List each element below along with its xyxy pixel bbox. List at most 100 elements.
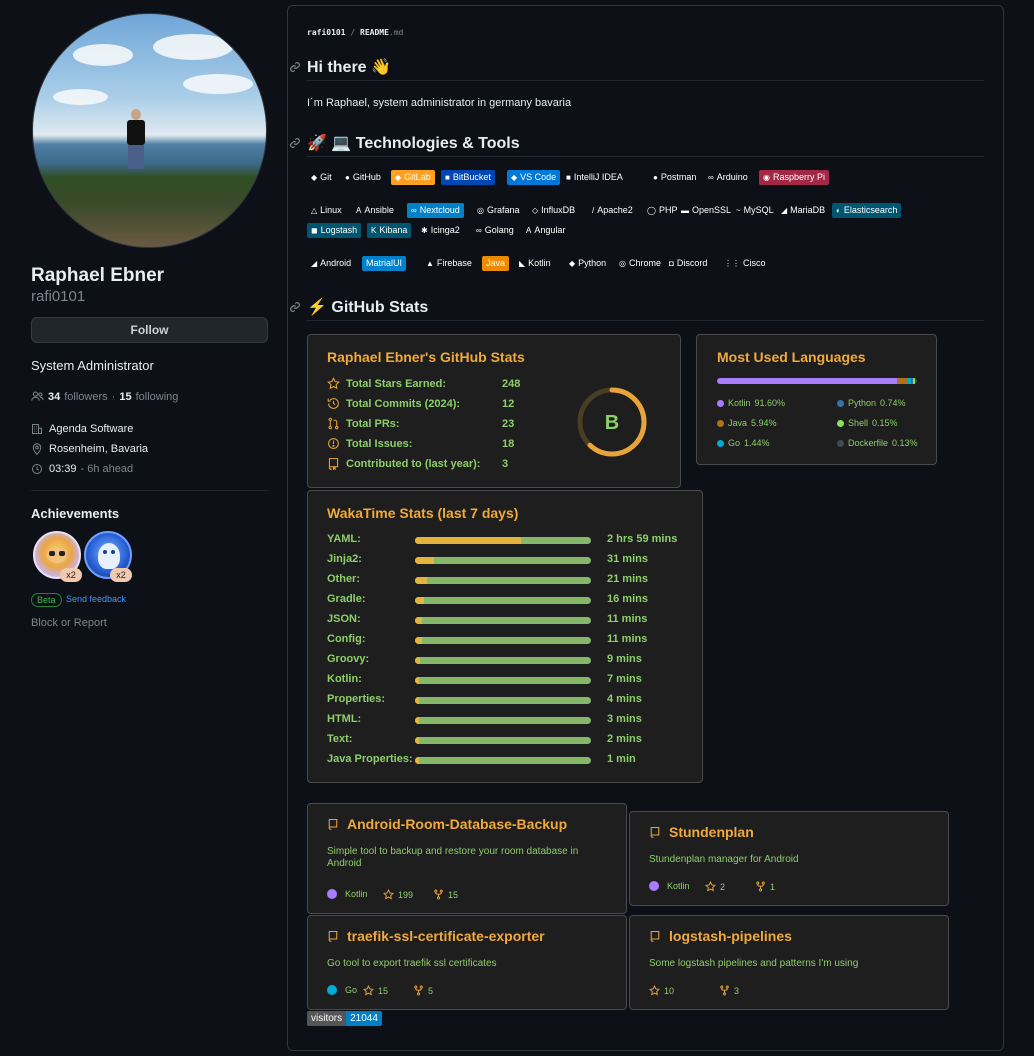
wakatime-language: Properties: xyxy=(327,693,386,705)
link-icon[interactable] xyxy=(289,61,301,73)
wakatime-bar-fill xyxy=(415,597,424,604)
repo-stars[interactable]: 199 xyxy=(383,889,413,900)
tech-logo-icon: ◆ xyxy=(569,259,576,268)
repo-title[interactable]: Stundenplan xyxy=(649,824,754,840)
language-item: Java 5.94% xyxy=(717,418,777,428)
followers-following: 34 followers · 15 following xyxy=(31,390,178,403)
repo-title[interactable]: traefik-ssl-certificate-exporter xyxy=(327,928,545,944)
repo-forks[interactable]: 1 xyxy=(755,881,775,892)
wakatime-duration: 16 mins xyxy=(607,593,648,605)
stat-label: Total PRs: xyxy=(327,417,400,430)
tech-logo-icon: ◢ xyxy=(781,206,788,215)
wakatime-bar-fill xyxy=(415,577,428,584)
followers-link[interactable]: followers xyxy=(64,391,107,403)
wakatime-bar xyxy=(415,697,591,704)
tech-badge-discord: ◘ Discord xyxy=(665,256,712,271)
repo-description: Some logstash pipelines and patterns I'm… xyxy=(649,958,859,969)
repo-title[interactable]: logstash-pipelines xyxy=(649,928,792,944)
wakatime-language: JSON: xyxy=(327,613,361,625)
repo-forks[interactable]: 5 xyxy=(413,985,433,996)
wakatime-duration: 31 mins xyxy=(607,553,648,565)
link-icon[interactable] xyxy=(289,301,301,313)
stat-value: 18 xyxy=(502,438,515,450)
repo-icon xyxy=(328,458,339,470)
link-icon[interactable] xyxy=(289,137,301,149)
wakatime-duration: 9 mins xyxy=(607,653,642,665)
repo-description: Simple tool to backup and restore your r… xyxy=(327,846,579,869)
achievements-title: Achievements xyxy=(31,506,120,521)
stat-label: Total Issues: xyxy=(327,437,412,450)
language-dot xyxy=(327,985,337,995)
wakatime-duration: 3 mins xyxy=(607,713,642,725)
tech-logo-icon: ● xyxy=(345,173,350,182)
wakatime-bar-fill xyxy=(415,737,419,744)
tech-logo-icon: ✱ xyxy=(421,226,428,235)
tech-badge-logstash: ◼ Logstash xyxy=(307,223,362,238)
wakatime-bar-fill xyxy=(415,697,419,704)
breadcrumb-file[interactable]: README xyxy=(360,28,389,37)
clock-icon xyxy=(32,464,42,474)
heading-tech: 🚀 💻 Technologies & Tools xyxy=(289,133,520,153)
language-dot xyxy=(717,419,724,427)
location-text: Rosenheim, Bavaria xyxy=(49,443,149,455)
send-feedback-link[interactable]: Send feedback xyxy=(66,594,126,604)
heading-hi: Hi there 👋 xyxy=(289,57,391,77)
followers-count[interactable]: 34 xyxy=(48,391,60,403)
repo-forks[interactable]: 3 xyxy=(719,985,739,996)
block-or-report-link[interactable]: Block or Report xyxy=(31,617,107,629)
tech-logo-icon: A xyxy=(356,206,362,215)
wakatime-bar-fill xyxy=(415,757,419,764)
language-dot xyxy=(717,439,724,447)
tech-logo-icon: ∞ xyxy=(411,206,417,215)
repo-forks[interactable]: 15 xyxy=(433,889,458,900)
wakatime-bar xyxy=(415,657,591,664)
wakatime-bar xyxy=(415,557,591,564)
profile-avatar[interactable] xyxy=(32,13,267,248)
language-item: Shell 0.15% xyxy=(837,418,898,428)
repo-title[interactable]: Android-Room-Database-Backup xyxy=(327,816,567,832)
company-name: Agenda Software xyxy=(49,423,134,435)
tech-badge-mysql: ~ MySQL xyxy=(732,203,778,218)
wakatime-bar-fill xyxy=(415,657,421,664)
repo-icon xyxy=(650,826,660,838)
wakatime-language: Jinja2: xyxy=(327,553,362,565)
repo-stars[interactable]: 15 xyxy=(363,985,388,996)
pull-request-icon xyxy=(328,417,339,430)
breadcrumb-user[interactable]: rafi0101 xyxy=(307,28,346,37)
wakatime-bar xyxy=(415,577,591,584)
repo-stars[interactable]: 10 xyxy=(649,985,674,996)
tech-logo-icon: ● xyxy=(653,173,658,182)
stat-value: 23 xyxy=(502,418,515,430)
language-segment xyxy=(717,378,897,384)
repo-language: Kotlin xyxy=(327,889,368,899)
tech-badge-raspberry-pi: ◉ Raspberry Pi xyxy=(759,170,830,185)
heading-stats-text: ⚡ GitHub Stats xyxy=(307,299,429,316)
tech-badge-firebase: ▲ Firebase xyxy=(422,256,476,271)
wakatime-bar xyxy=(415,537,591,544)
repo-stars[interactable]: 2 xyxy=(705,881,725,892)
tech-badge-cisco: ⋮⋮ Cisco xyxy=(720,256,770,271)
following-link[interactable]: following xyxy=(136,391,179,403)
tech-badge-kotlin: ◣ Kotlin xyxy=(515,256,555,271)
wakatime-bar xyxy=(415,717,591,724)
wakatime-bar-fill xyxy=(415,537,521,544)
tech-badge-postman: ● Postman xyxy=(649,170,701,185)
tech-logo-icon: ◆ xyxy=(311,173,318,182)
stat-value: 12 xyxy=(502,398,515,410)
wakatime-bar xyxy=(415,597,591,604)
tech-badge-matrialui: MatrialUI xyxy=(362,256,407,271)
tech-badge-elasticsearch: ◐ Elasticsearch xyxy=(832,203,902,218)
location-icon xyxy=(32,443,42,455)
following-count[interactable]: 15 xyxy=(119,391,131,403)
intro-text: I´m Raphael, system administrator in ger… xyxy=(307,97,572,109)
stat-label: Contributed to (last year): xyxy=(327,457,480,470)
heading-rule xyxy=(307,156,984,157)
heading-rule xyxy=(307,80,984,81)
tech-logo-icon: ◇ xyxy=(532,206,539,215)
beta-label: Beta xyxy=(31,593,62,607)
wakatime-bar-fill xyxy=(415,717,419,724)
repo-description: Stundenplan manager for Android xyxy=(649,854,799,865)
follow-button[interactable]: Follow xyxy=(31,317,268,343)
wakatime-language: Gradle: xyxy=(327,593,366,605)
tech-logo-icon: K xyxy=(371,226,377,235)
